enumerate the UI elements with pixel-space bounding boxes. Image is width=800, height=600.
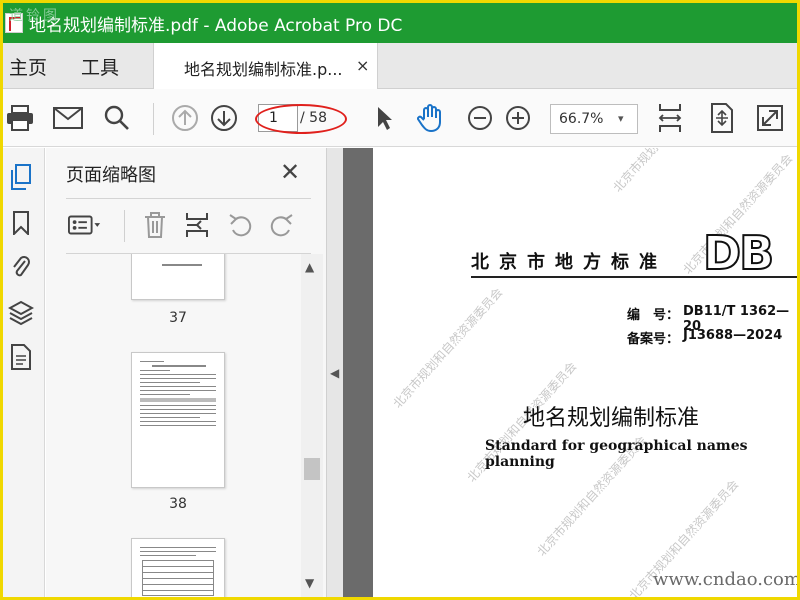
annotation-ellipse (255, 104, 347, 134)
email-icon[interactable] (51, 101, 85, 135)
corner-watermark: 道铃图 (9, 8, 60, 24)
record-label: 备案号： (627, 332, 680, 347)
thumbnail-page-39[interactable] (131, 538, 225, 597)
scroll-up-icon[interactable]: ▲ (305, 260, 314, 274)
acrobat-window: 地名规划编制标准.pdf - Adobe Acrobat Pro DC 道铃图 … (3, 3, 797, 597)
panel-splitter[interactable]: ◀ (326, 148, 343, 597)
thumbnail-scrollbar[interactable]: ▲ ▼ (301, 254, 323, 597)
close-tab-icon[interactable]: × (356, 56, 369, 75)
thumbnail-label: 37 (169, 310, 187, 326)
db-logo: DB (702, 225, 775, 281)
document-tab[interactable]: 地名规划编制标准.p... × (153, 43, 378, 89)
hand-tool-icon[interactable] (413, 101, 447, 135)
previous-page-icon[interactable] (168, 101, 202, 135)
tab-tools[interactable]: 工具 (81, 53, 119, 80)
thumbnail-page-37[interactable] (131, 254, 225, 300)
zoom-out-icon[interactable] (463, 101, 497, 135)
rotate-left-icon[interactable] (224, 208, 258, 242)
tab-home[interactable]: 主页 (9, 53, 47, 80)
full-screen-icon[interactable] (753, 101, 787, 135)
thumbnail-options-icon[interactable] (68, 208, 102, 242)
record-value: J13688—2024 (683, 328, 783, 343)
site-watermark: www.cndao.com (653, 569, 797, 590)
tab-row: 主页 工具 地名规划编制标准.p... × (3, 43, 797, 89)
scroll-thumb[interactable] (304, 458, 320, 480)
window-title: 地名规划编制标准.pdf - Adobe Acrobat Pro DC (29, 15, 403, 36)
document-page: 北京市规划和自然资源委员会 北京市规划和自然资源委员会 北京市规划和自然资源委员… (373, 148, 797, 597)
collapse-panel-icon[interactable]: ◀ (330, 366, 339, 380)
select-cursor-icon[interactable] (367, 101, 401, 135)
thumbnail-label: 38 (169, 496, 187, 512)
watermark: 北京市规划和自然资源委员会 (390, 285, 506, 411)
code-label: 编 号： (627, 308, 680, 323)
header-rule (471, 276, 797, 278)
panel-divider (66, 198, 311, 199)
bookmark-icon[interactable] (7, 208, 35, 238)
search-icon[interactable] (100, 101, 134, 135)
delete-page-icon[interactable] (138, 208, 172, 242)
thumbnail-page-38[interactable] (131, 352, 225, 488)
next-page-icon[interactable] (207, 101, 241, 135)
panel-title: 页面缩略图 (66, 165, 156, 186)
toolbar-divider (153, 103, 154, 135)
attachment-icon[interactable] (7, 252, 35, 282)
page-thumbnails-icon[interactable] (7, 162, 35, 192)
rotate-right-icon[interactable] (264, 208, 298, 242)
document-title-english: Standard for geographical names planning (485, 438, 748, 470)
zoom-level-select[interactable]: 66.7% ▾ (550, 104, 638, 134)
fit-width-icon[interactable] (653, 101, 687, 135)
zoom-value: 66.7% (559, 111, 604, 127)
left-navigation-rail (3, 148, 45, 597)
thumbnail-list: 37 38 (46, 254, 300, 597)
title-bar: 地名规划编制标准.pdf - Adobe Acrobat Pro DC (3, 3, 797, 43)
scroll-down-icon[interactable]: ▼ (305, 576, 314, 590)
panel-toolbar-divider (124, 210, 125, 242)
document-title: 地名规划编制标准 (523, 406, 700, 431)
document-properties-icon[interactable] (7, 342, 35, 372)
main-toolbar: / 58 66.7% ▾ (3, 89, 797, 147)
zoom-in-icon[interactable] (501, 101, 535, 135)
fit-page-icon[interactable] (705, 101, 739, 135)
insert-page-icon[interactable] (180, 208, 214, 242)
document-tab-label: 地名规划编制标准.p... (184, 60, 343, 79)
standard-header: 北京市地方标准 (471, 252, 667, 273)
print-icon[interactable] (3, 101, 37, 135)
watermark: 北京市规划和自然资源委员会 (609, 148, 726, 195)
chevron-down-icon: ▾ (618, 112, 624, 125)
close-panel-icon[interactable]: ✕ (280, 158, 300, 186)
page-thumbnails-panel: 页面缩略图 ✕ 37 38 ▲ ▼ (46, 148, 326, 597)
layers-icon[interactable] (7, 298, 35, 328)
document-view: 北京市规划和自然资源委员会 北京市规划和自然资源委员会 北京市规划和自然资源委员… (343, 148, 797, 597)
